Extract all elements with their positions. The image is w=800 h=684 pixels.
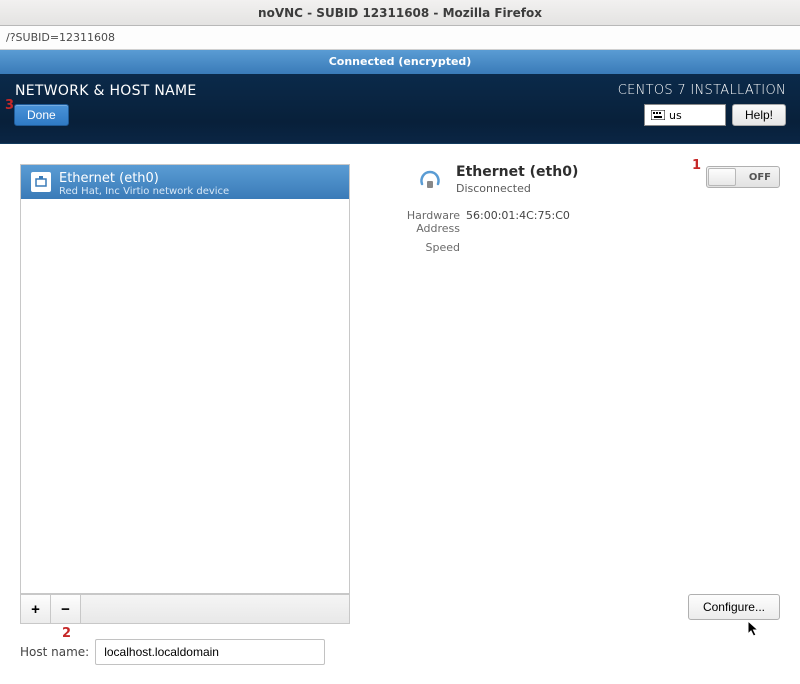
hw-address-label: Hardware Address [360, 209, 460, 235]
remove-network-button[interactable]: − [51, 595, 81, 623]
network-list[interactable]: Ethernet (eth0) Red Hat, Inc Virtio netw… [20, 164, 350, 594]
network-item-title: Ethernet (eth0) [59, 171, 229, 186]
network-item-subtitle: Red Hat, Inc Virtio network device [59, 186, 229, 197]
hostname-input[interactable] [95, 639, 325, 665]
toggle-label: OFF [749, 172, 771, 183]
keyboard-layout-indicator[interactable]: us [644, 104, 726, 126]
ethernet-icon [31, 172, 51, 192]
configure-button[interactable]: Configure... [688, 594, 780, 620]
vnc-status-bar: Connected (encrypted) [0, 50, 800, 74]
ethernet-large-icon [416, 164, 444, 192]
page-title: NETWORK & HOST NAME [15, 83, 197, 99]
network-item-eth0[interactable]: Ethernet (eth0) Red Hat, Inc Virtio netw… [21, 165, 349, 199]
help-button[interactable]: Help! [732, 104, 786, 126]
detail-title: Ethernet (eth0) [456, 164, 578, 180]
install-title: CENTOS 7 INSTALLATION [618, 83, 786, 98]
mouse-cursor-icon [747, 620, 761, 642]
annotation-2: 2 [62, 626, 71, 641]
hw-address-value: 56:00:01:4C:75:C0 [466, 209, 570, 235]
keyboard-layout-label: us [669, 109, 682, 122]
speed-label: Speed [360, 241, 460, 254]
add-remove-toolbar: + − [20, 594, 350, 624]
window-title: noVNC - SUBID 12311608 - Mozilla Firefox [0, 0, 800, 26]
annotation-3: 3 [5, 98, 14, 113]
body: Ethernet (eth0) Red Hat, Inc Virtio netw… [0, 144, 800, 684]
keyboard-icon [651, 110, 665, 120]
annotation-1: 1 [692, 158, 701, 173]
network-toggle[interactable]: OFF [706, 166, 780, 188]
url-bar: /?SUBID=12311608 [0, 26, 800, 50]
hostname-label: Host name: [20, 645, 89, 659]
hostname-row: Host name: [20, 639, 325, 665]
installer-header: NETWORK & HOST NAME Done CENTOS 7 INSTAL… [0, 74, 800, 144]
done-button[interactable]: Done [14, 104, 69, 126]
detail-status: Disconnected [456, 182, 578, 195]
add-network-button[interactable]: + [21, 595, 51, 623]
